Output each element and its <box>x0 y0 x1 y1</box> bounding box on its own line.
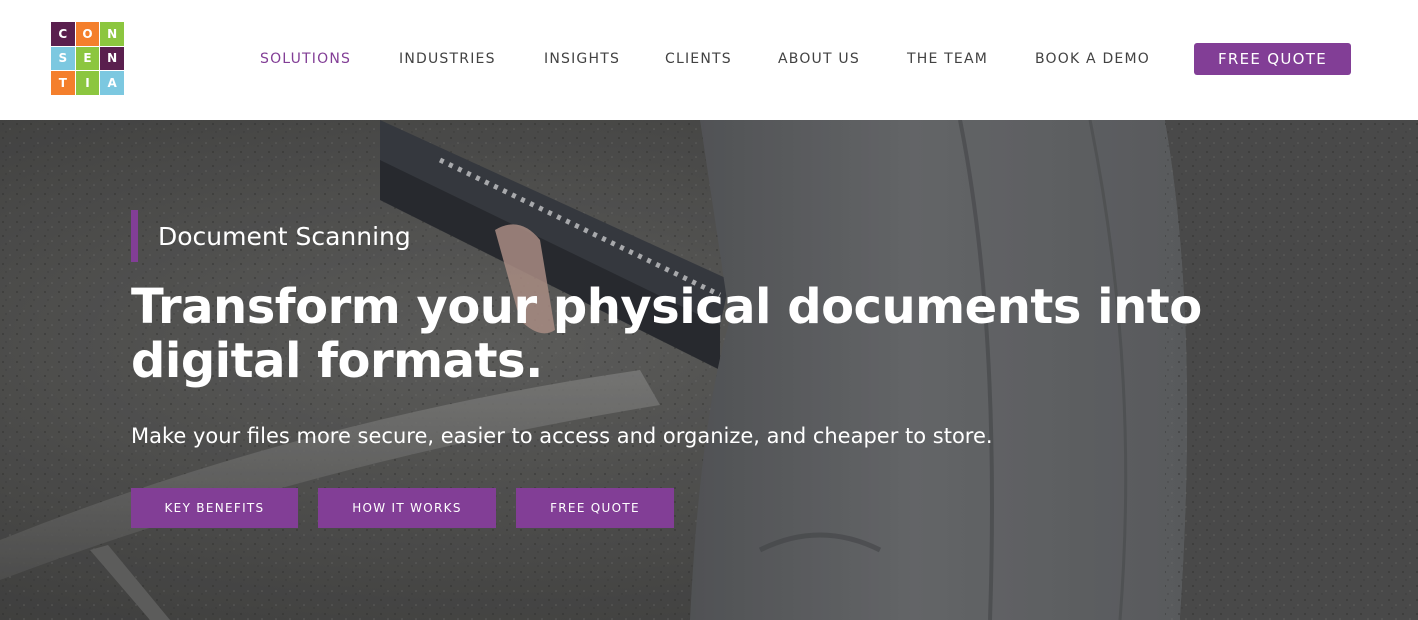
free-quote-nav-button[interactable]: FREE QUOTE <box>1194 43 1351 75</box>
nav-book-a-demo[interactable]: BOOK A DEMO <box>1035 43 1150 75</box>
nav-industries[interactable]: INDUSTRIES <box>399 43 496 75</box>
how-it-works-button[interactable]: HOW IT WORKS <box>318 488 496 528</box>
hero-section: Document Scanning Transform your physica… <box>0 120 1418 620</box>
nav-about-us[interactable]: ABOUT US <box>778 43 860 75</box>
nav-solutions[interactable]: SOLUTIONS <box>260 43 351 75</box>
nav-clients[interactable]: CLIENTS <box>665 43 732 75</box>
hero-eyebrow: Document Scanning <box>131 210 411 262</box>
eyebrow-accent-bar <box>131 210 138 262</box>
nav-insights[interactable]: INSIGHTS <box>544 43 620 75</box>
key-benefits-button[interactable]: KEY BENEFITS <box>131 488 298 528</box>
hero-subline: Make your files more secure, easier to a… <box>131 424 993 448</box>
nav-the-team[interactable]: THE TEAM <box>907 43 988 75</box>
hero-eyebrow-text: Document Scanning <box>158 221 411 251</box>
free-quote-hero-button[interactable]: FREE QUOTE <box>516 488 674 528</box>
hero-headline: Transform your physical documents into d… <box>131 279 1202 389</box>
site-header: C O N S E N T I A SOLUTIONS INDUSTRIES I… <box>0 0 1418 120</box>
main-nav: SOLUTIONS INDUSTRIES INSIGHTS CLIENTS AB… <box>0 43 1418 75</box>
